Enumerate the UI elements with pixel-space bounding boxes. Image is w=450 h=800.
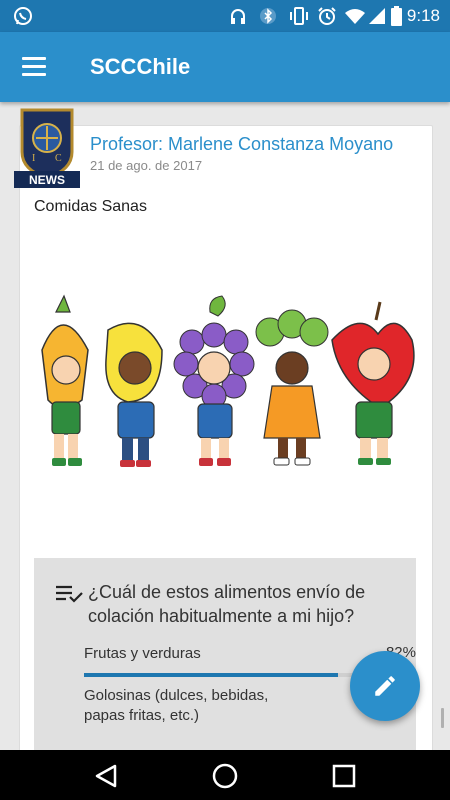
svg-text:I: I xyxy=(32,153,35,164)
post-title: Comidas Sanas xyxy=(34,198,147,215)
app-title: SCCChile xyxy=(90,54,191,79)
signal-icon xyxy=(368,6,386,26)
school-crest-avatar[interactable]: I C NEWS xyxy=(14,108,80,188)
poll-option-bar-fill xyxy=(84,673,339,677)
whatsapp-icon xyxy=(12,6,34,26)
status-bar: 9:18 xyxy=(0,0,450,32)
home-circle-icon[interactable] xyxy=(205,760,245,792)
alarm-icon xyxy=(316,6,338,26)
wifi-icon xyxy=(344,6,366,26)
scrollbar-thumb[interactable] xyxy=(441,708,444,728)
back-triangle-icon[interactable] xyxy=(86,760,126,792)
battery-icon xyxy=(390,6,402,26)
post-date: 21 de ago. de 2017 xyxy=(90,158,203,173)
poll-question: ¿Cuál de estos alimentos envío de colaci… xyxy=(88,582,366,626)
poll-box: ¿Cuál de estos alimentos envío de colaci… xyxy=(34,558,416,758)
poll-option-label: Golosinas (dulces, bebidas, papas fritas… xyxy=(84,687,269,724)
hamburger-menu-icon[interactable] xyxy=(18,52,52,82)
svg-text:C: C xyxy=(55,153,62,164)
app-bar: SCCChile xyxy=(0,32,450,102)
post-author[interactable]: Profesor: Marlene Constanza Moyano xyxy=(90,134,393,155)
poll-checklist-icon xyxy=(56,584,84,604)
system-nav-bar xyxy=(0,750,450,800)
headphones-icon xyxy=(228,6,248,26)
poll-option-bar-track xyxy=(84,673,394,677)
vibrate-icon xyxy=(288,6,310,26)
bluetooth-icon xyxy=(258,6,278,26)
compose-fab[interactable] xyxy=(350,651,420,721)
news-badge: NEWS xyxy=(29,173,65,187)
recents-square-icon[interactable] xyxy=(324,760,364,792)
status-time: 9:18 xyxy=(406,6,440,25)
healthy-food-kids-illustration[interactable] xyxy=(30,290,420,480)
edit-pencil-icon xyxy=(372,673,398,699)
poll-option-label: Frutas y verduras xyxy=(84,645,201,662)
